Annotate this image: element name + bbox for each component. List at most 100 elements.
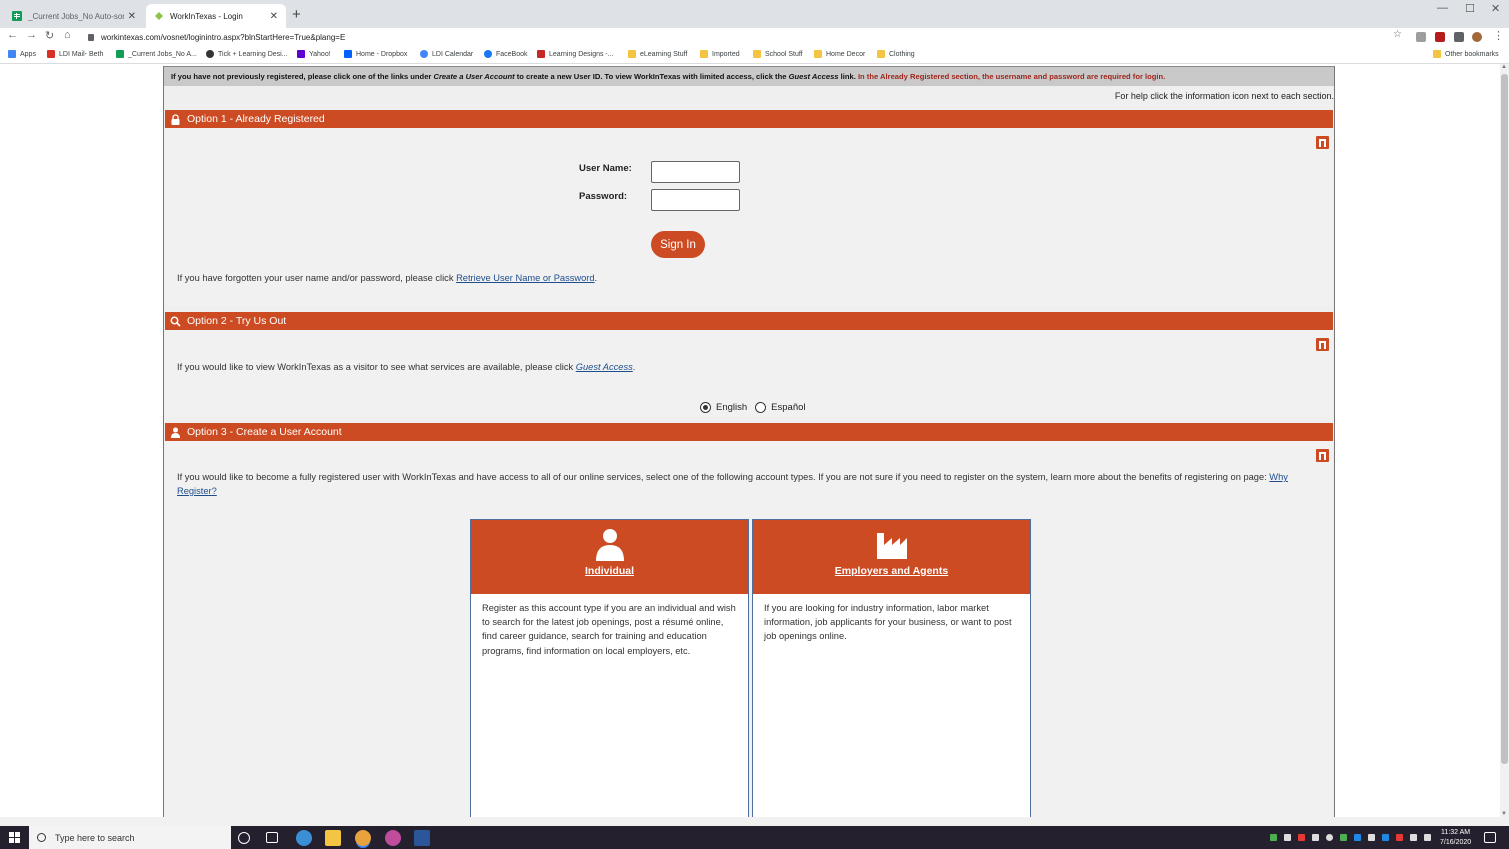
taskbar-clock[interactable]: 11:32 AM 7/16/2020 <box>1440 828 1471 848</box>
tray-icon[interactable] <box>1368 834 1375 841</box>
bookmark-current-jobs[interactable]: _Current Jobs_No A... <box>116 50 197 58</box>
vertical-scrollbar[interactable]: ▲ ▼ <box>1500 64 1509 817</box>
lock-icon <box>88 33 94 41</box>
chrome-icon[interactable] <box>355 830 371 846</box>
bookmarks-bar: Apps LDI Mail- Beth _Current Jobs_No A..… <box>0 46 1509 64</box>
bookmark-ldi-mail[interactable]: LDI Mail- Beth <box>47 50 103 58</box>
espanol-radio[interactable] <box>755 402 767 413</box>
forward-icon[interactable]: → <box>26 29 37 41</box>
tray-icon[interactable] <box>1284 834 1291 841</box>
password-input[interactable] <box>651 189 740 211</box>
bookmark-star-icon[interactable]: ☆ <box>1393 29 1402 40</box>
task-view-icon[interactable] <box>266 832 278 843</box>
option3-header: Option 3 - Create a User Account <box>165 423 1333 441</box>
yahoo-icon <box>297 50 305 58</box>
cortana-icon[interactable] <box>238 832 250 844</box>
option3-section: If you would like to become a fully regi… <box>165 441 1333 817</box>
employers-card-header[interactable]: Employers and Agents <box>753 520 1030 594</box>
close-icon[interactable]: ✕ <box>128 11 136 22</box>
individual-link[interactable]: Individual <box>585 565 634 577</box>
bookmark-yahoo[interactable]: Yahoo! <box>297 50 331 58</box>
tray-icon[interactable] <box>1340 834 1347 841</box>
bookmark-school-stuff[interactable]: School Stuff <box>753 50 803 58</box>
tray-icon[interactable] <box>1326 834 1333 841</box>
lock-icon <box>171 113 180 125</box>
bookmark-apps[interactable]: Apps <box>8 50 36 58</box>
tab-current-jobs[interactable]: _Current Jobs_No Auto-sort - Go ✕ <box>4 4 144 28</box>
word-icon[interactable] <box>414 830 430 846</box>
info-icon[interactable] <box>1316 449 1329 462</box>
bookmark-dropbox[interactable]: Home - Dropbox <box>344 50 407 58</box>
tab-title: WorkInTexas - Login <box>170 11 243 21</box>
extensions-icon[interactable] <box>1454 32 1464 42</box>
cast-icon[interactable] <box>1416 32 1426 42</box>
sign-in-button[interactable]: Sign In <box>651 231 705 258</box>
acrobat-icon[interactable] <box>1435 32 1445 42</box>
facebook-icon <box>484 50 492 58</box>
bookmark-imported[interactable]: Imported <box>700 50 740 58</box>
retrieve-credentials-link[interactable]: Retrieve User Name or Password <box>456 273 594 283</box>
close-icon[interactable]: ✕ <box>270 11 278 22</box>
info-icon[interactable] <box>1316 338 1329 351</box>
folder-icon <box>877 50 885 58</box>
volume-icon[interactable] <box>1424 834 1431 841</box>
individual-card-header[interactable]: Individual <box>471 520 748 594</box>
edge-icon[interactable] <box>296 830 312 846</box>
minimize-icon[interactable]: — <box>1437 2 1448 14</box>
menu-icon[interactable]: ⋮ <box>1493 29 1504 42</box>
windows-start-icon[interactable] <box>9 832 20 843</box>
tray-icon[interactable] <box>1396 834 1403 841</box>
folder-icon <box>1433 50 1441 58</box>
registration-notice: If you have not previously registered, p… <box>164 66 1334 86</box>
apps-icon <box>8 50 16 58</box>
employers-card[interactable]: Employers and Agents If you are looking … <box>752 519 1031 817</box>
network-icon[interactable] <box>1410 834 1417 841</box>
employers-link[interactable]: Employers and Agents <box>835 565 948 577</box>
address-bar[interactable]: workintexas.com/vosnet/loginintro.aspx?b… <box>88 30 1408 44</box>
file-explorer-icon[interactable] <box>325 830 341 846</box>
bookmark-clothing[interactable]: Clothing <box>877 50 915 58</box>
guest-access-text: If you would like to view WorkInTexas as… <box>177 362 636 372</box>
close-window-icon[interactable]: ✕ <box>1491 2 1500 15</box>
notifications-icon[interactable] <box>1484 832 1496 843</box>
tab-workintexas-login[interactable]: WorkInTexas - Login ✕ <box>146 4 286 28</box>
home-icon[interactable]: ⌂ <box>64 29 71 41</box>
taskbar-search-placeholder: Type here to search <box>55 832 135 843</box>
new-tab-button[interactable]: + <box>292 6 301 23</box>
english-radio[interactable] <box>700 402 711 413</box>
info-icon[interactable] <box>1316 136 1329 149</box>
option1-title: Option 1 - Already Registered <box>187 113 325 125</box>
taskbar-search[interactable]: Type here to search <box>29 826 231 849</box>
tray-icon[interactable] <box>1270 834 1277 841</box>
bluetooth-icon[interactable] <box>1354 834 1361 841</box>
bookmark-ldi-calendar[interactable]: LDI Calendar <box>420 50 473 58</box>
folder-icon <box>814 50 822 58</box>
tray-icon[interactable] <box>1312 834 1319 841</box>
individual-card[interactable]: Individual Register as this account type… <box>470 519 749 817</box>
bookmark-other[interactable]: Other bookmarks <box>1433 50 1499 58</box>
clock-date: 7/16/2020 <box>1440 839 1472 846</box>
app-icon[interactable] <box>385 830 401 846</box>
person-icon <box>595 529 624 561</box>
workintexas-icon <box>155 12 163 20</box>
maximize-icon[interactable]: ☐ <box>1465 2 1475 15</box>
bookmark-learning-designs[interactable]: Learning Designs -... <box>537 50 614 58</box>
reload-icon[interactable]: ↻ <box>45 29 54 42</box>
back-icon[interactable]: ← <box>7 29 18 41</box>
bookmark-facebook[interactable]: FaceBook <box>484 50 528 58</box>
scrollbar-thumb[interactable] <box>1501 74 1508 764</box>
option1-header: Option 1 - Already Registered <box>165 110 1333 128</box>
option2-header: Option 2 - Try Us Out <box>165 312 1333 330</box>
bookmark-tick-learning[interactable]: Tick + Learning Desi... <box>206 50 288 58</box>
scroll-up-icon[interactable]: ▲ <box>1501 64 1507 70</box>
tray-icon[interactable] <box>1298 834 1305 841</box>
forgot-credentials-text: If you have forgotten your user name and… <box>177 273 598 283</box>
bookmark-elearning-stuff[interactable]: eLearning Stuff <box>628 50 687 58</box>
username-input[interactable] <box>651 161 740 183</box>
profile-avatar[interactable] <box>1472 32 1482 42</box>
guest-access-link[interactable]: Guest Access <box>576 362 633 372</box>
page-viewport: If you have not previously registered, p… <box>0 64 1509 817</box>
bookmark-home-decor[interactable]: Home Decor <box>814 50 865 58</box>
tray-icon[interactable] <box>1382 834 1389 841</box>
horizontal-scrollbar[interactable] <box>0 817 1509 826</box>
